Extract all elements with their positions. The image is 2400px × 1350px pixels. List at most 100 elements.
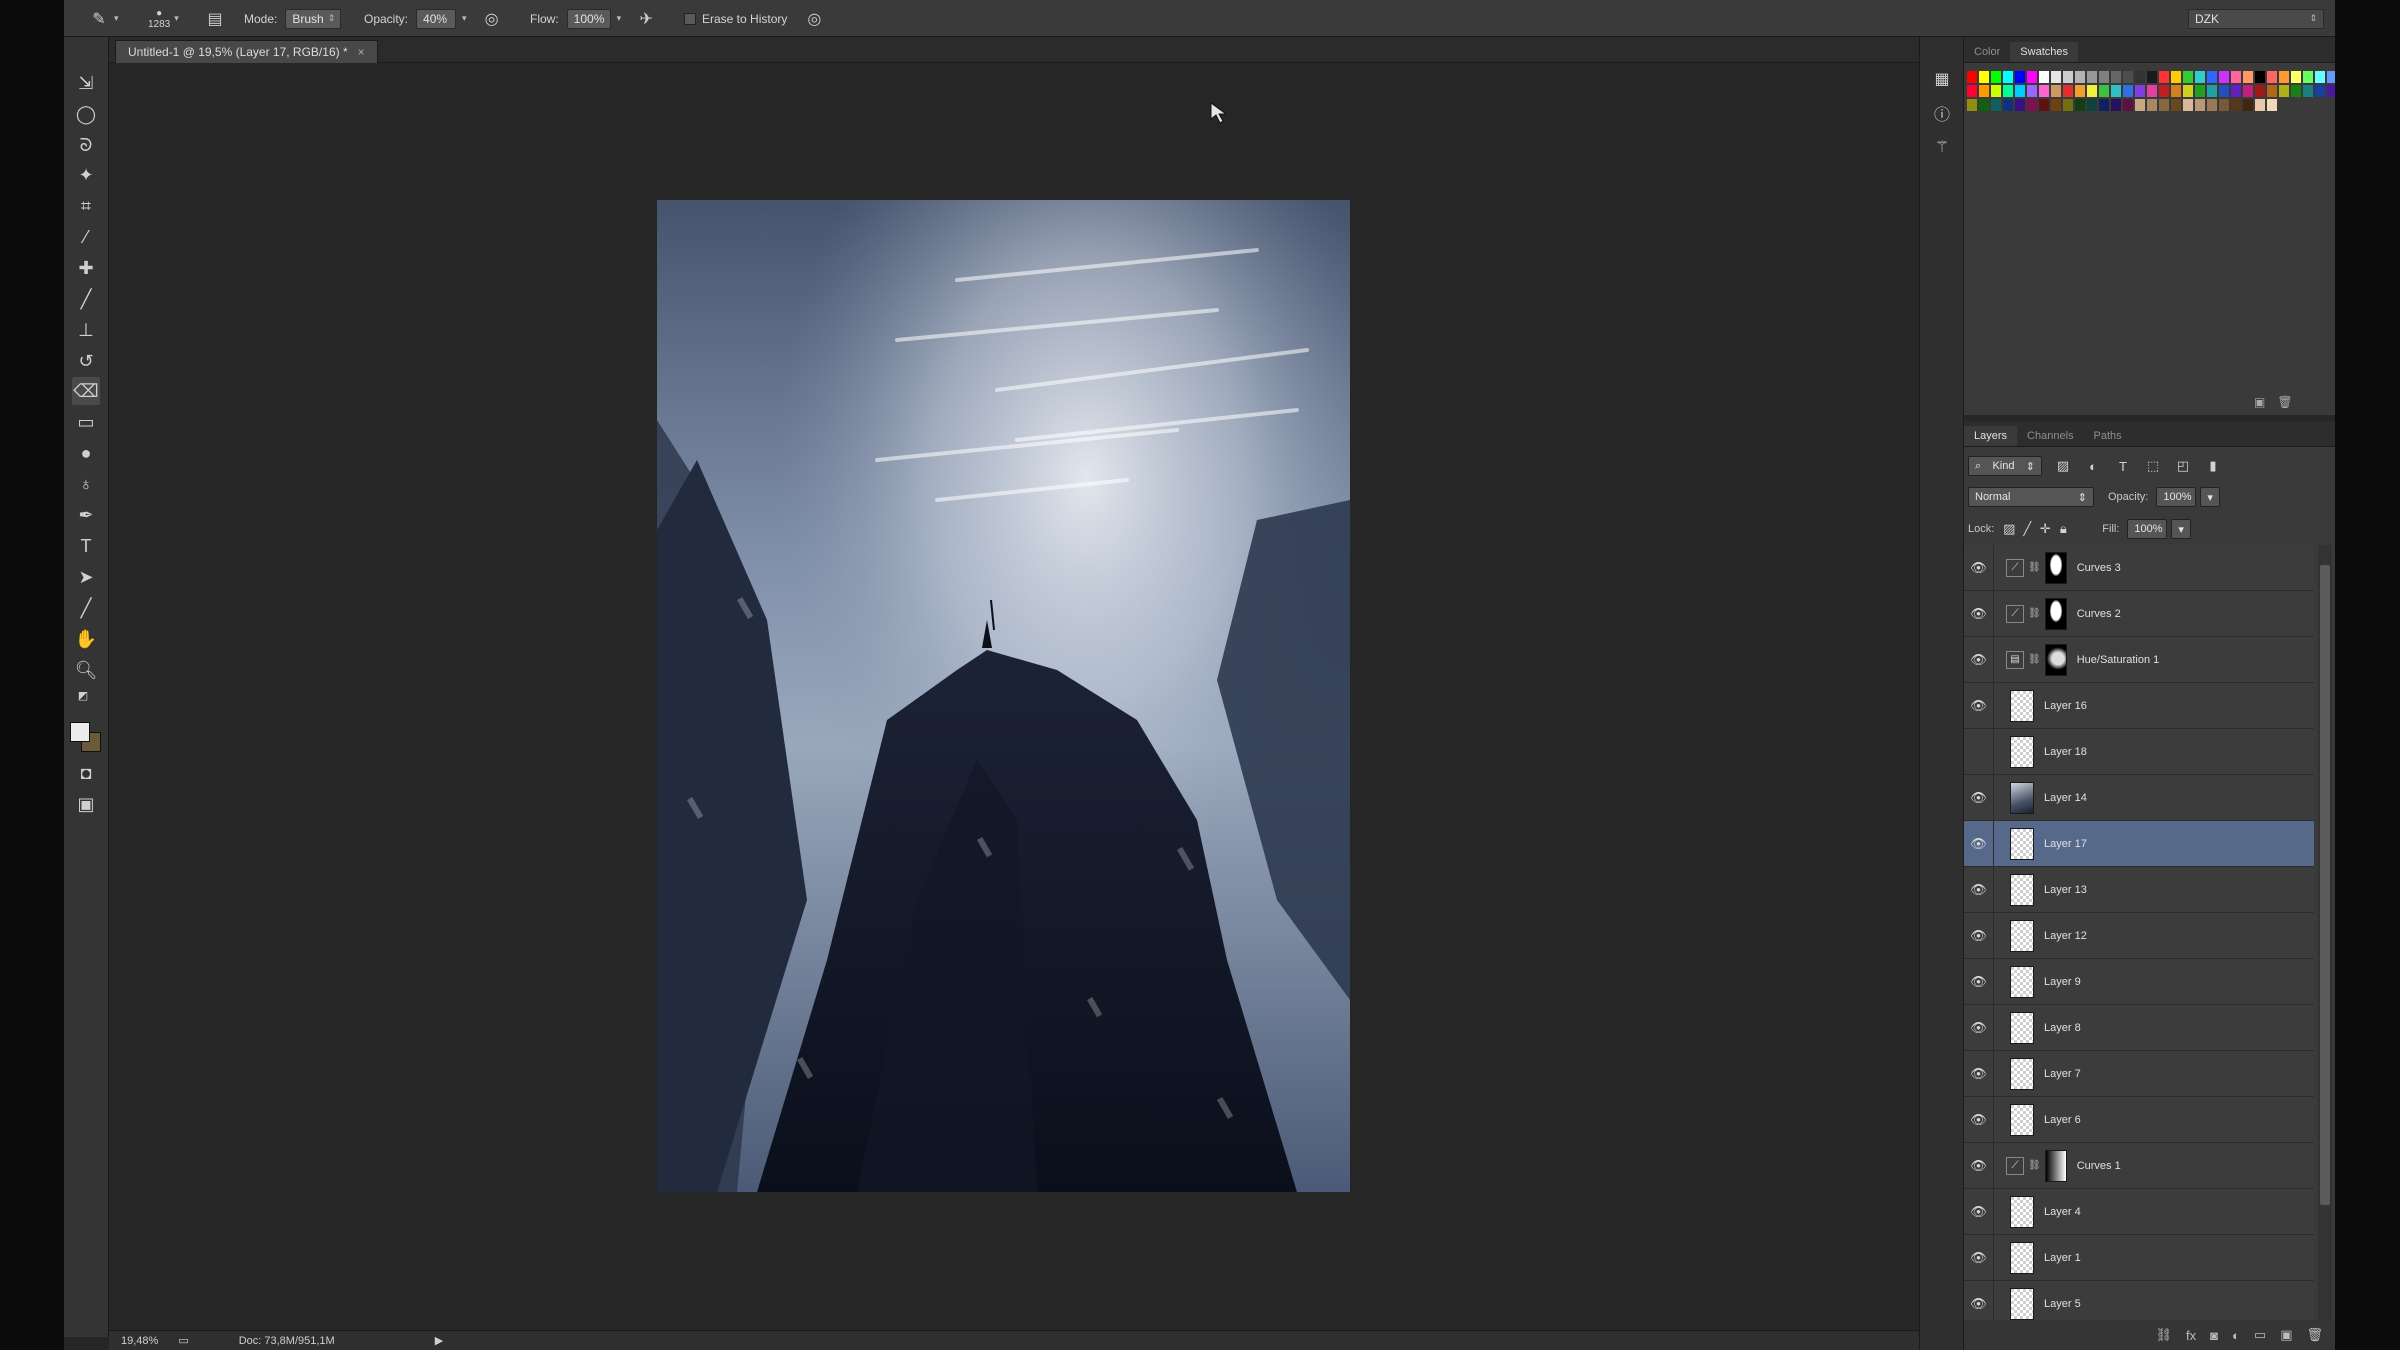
fill-field[interactable]: 100% bbox=[2127, 519, 2168, 539]
swatch[interactable] bbox=[1979, 71, 1989, 83]
swatch[interactable] bbox=[2135, 71, 2145, 83]
status-menu-arrow[interactable]: ▶ bbox=[435, 1334, 443, 1347]
swatch[interactable] bbox=[2231, 99, 2241, 111]
lock-pixels-icon[interactable]: ╱ bbox=[2018, 520, 2036, 538]
screen-mode-icon[interactable]: ▣ bbox=[72, 790, 100, 818]
swatch[interactable] bbox=[2327, 71, 2335, 83]
lock-all-icon[interactable]: 🔒︎ bbox=[2054, 520, 2072, 538]
brush-tool-icon[interactable]: ╱ bbox=[72, 285, 100, 313]
mask-link-icon[interactable]: ⛓ bbox=[2028, 608, 2041, 619]
swatch[interactable] bbox=[1967, 71, 1977, 83]
layer-thumbnail[interactable] bbox=[2010, 1011, 2034, 1044]
swatch[interactable] bbox=[2243, 99, 2253, 111]
brush-presets-icon[interactable]: ⚚ bbox=[1928, 133, 1956, 161]
canvas-workspace[interactable] bbox=[109, 63, 1919, 1330]
layer-thumbnail[interactable] bbox=[2010, 1287, 2034, 1320]
swatch[interactable] bbox=[2123, 71, 2133, 83]
brush-size-picker[interactable]: ● 1283 ▾ bbox=[148, 0, 179, 37]
fill-dropdown[interactable]: ▾ bbox=[2171, 519, 2191, 539]
swatch[interactable] bbox=[2003, 85, 2013, 97]
layer-thumbnail[interactable] bbox=[2010, 735, 2034, 768]
swatch[interactable] bbox=[1967, 85, 1977, 97]
swatch[interactable] bbox=[2303, 71, 2313, 83]
new-layer-icon[interactable]: ▣ bbox=[2280, 1327, 2292, 1343]
swatch[interactable] bbox=[1991, 99, 2001, 111]
swatch[interactable] bbox=[2255, 71, 2265, 83]
visibility-eye-icon[interactable]: 👁︎ bbox=[1964, 958, 1994, 1005]
crop-tool-icon[interactable]: ⌗ bbox=[72, 192, 100, 220]
swatch[interactable] bbox=[2015, 85, 2025, 97]
blend-mode-select[interactable]: Normal ⇕ bbox=[1968, 487, 2094, 507]
layer-mask-thumbnail[interactable] bbox=[2044, 551, 2067, 584]
filter-toggle-icon[interactable]: ▮ bbox=[2204, 457, 2222, 475]
type-tool-icon[interactable]: T bbox=[72, 532, 100, 560]
swatch[interactable] bbox=[2231, 85, 2241, 97]
link-icon[interactable]: ⛓ bbox=[2156, 1327, 2173, 1343]
mask-icon[interactable]: ◙ bbox=[2210, 1328, 2218, 1343]
swatch[interactable] bbox=[2015, 71, 2025, 83]
swatch[interactable] bbox=[2171, 85, 2181, 97]
line-tool-icon[interactable]: ╱ bbox=[72, 594, 100, 622]
lasso-tool-icon[interactable]: ᘐ bbox=[72, 131, 100, 159]
marquee-tool-icon[interactable]: ◯ bbox=[72, 100, 100, 128]
fx-icon[interactable]: fx bbox=[2186, 1328, 2196, 1343]
swatch[interactable] bbox=[2015, 99, 2025, 111]
swatch[interactable] bbox=[2003, 99, 2013, 111]
move-tool-icon[interactable]: ⇲ bbox=[72, 69, 100, 97]
swatch[interactable] bbox=[2243, 71, 2253, 83]
path-selection-tool-icon[interactable]: ➤ bbox=[72, 563, 100, 591]
swatch[interactable] bbox=[2315, 71, 2325, 83]
swatch[interactable] bbox=[2255, 99, 2265, 111]
erase-to-history-checkbox[interactable] bbox=[684, 12, 696, 25]
layer-thumbnail[interactable] bbox=[2010, 1103, 2034, 1136]
filter-kind-select[interactable]: ⌕ Kind ⇕ bbox=[1968, 456, 2042, 476]
swatch[interactable] bbox=[2171, 99, 2181, 111]
visibility-eye-icon[interactable]: 👁︎ bbox=[1964, 820, 1994, 867]
swatch[interactable] bbox=[2267, 99, 2277, 111]
lock-transparency-icon[interactable]: ▨ bbox=[2000, 520, 2018, 538]
visibility-eye-icon[interactable]: 👁︎ bbox=[1964, 774, 1994, 821]
swatch[interactable] bbox=[2039, 99, 2049, 111]
visibility-eye-icon[interactable]: 👁︎ bbox=[1964, 682, 1994, 729]
quick-mask-icon[interactable]: ◘ bbox=[72, 759, 100, 787]
swatch[interactable] bbox=[2135, 85, 2145, 97]
swatch[interactable] bbox=[1991, 85, 2001, 97]
layer-row[interactable]: 👁︎ ⟋ ⛓ Curves 2 bbox=[1964, 590, 2314, 637]
histogram-icon[interactable]: ▦ bbox=[1928, 65, 1956, 93]
visibility-eye-icon[interactable]: 👁︎ bbox=[1964, 590, 1994, 637]
lock-position-icon[interactable]: ✛ bbox=[2036, 520, 2054, 538]
layers-scrollbar[interactable] bbox=[2318, 545, 2332, 1320]
layer-row[interactable]: 👁︎ Layer 8 bbox=[1964, 1004, 2314, 1051]
swatch[interactable] bbox=[2315, 85, 2325, 97]
mask-link-icon[interactable]: ⛓ bbox=[2028, 654, 2041, 665]
swatch[interactable] bbox=[2243, 85, 2253, 97]
layer-row[interactable]: 👁︎ Layer 17 bbox=[1964, 820, 2314, 867]
swatch[interactable] bbox=[2147, 85, 2157, 97]
swatch[interactable] bbox=[2087, 99, 2097, 111]
opacity-field[interactable]: 40% bbox=[416, 8, 457, 29]
layer-opacity-dropdown[interactable]: ▾ bbox=[2200, 487, 2220, 507]
layer-thumbnail[interactable] bbox=[2010, 1057, 2034, 1090]
eyedropper-tool-icon[interactable]: ⁄ bbox=[72, 223, 100, 251]
visibility-eye-icon[interactable]: 👁︎ bbox=[1964, 1234, 1994, 1281]
close-icon[interactable]: × bbox=[358, 45, 365, 59]
swatch[interactable] bbox=[2207, 99, 2217, 111]
swatch[interactable] bbox=[2003, 71, 2013, 83]
visibility-eye-icon[interactable]: 👁︎ bbox=[1964, 728, 1994, 775]
history-brush-tool-icon[interactable]: ↺ bbox=[72, 347, 100, 375]
swatch[interactable] bbox=[2279, 71, 2289, 83]
swatch[interactable] bbox=[2195, 99, 2205, 111]
layer-row[interactable]: 👁︎ Layer 6 bbox=[1964, 1096, 2314, 1143]
adjustment-icon[interactable]: ◐ bbox=[2232, 1328, 2240, 1343]
swatch[interactable] bbox=[2159, 71, 2169, 83]
swatch[interactable] bbox=[2219, 99, 2229, 111]
opacity-dropdown[interactable]: ▾ bbox=[462, 13, 467, 24]
layer-thumbnail[interactable] bbox=[2010, 689, 2034, 722]
visibility-eye-icon[interactable]: 👁︎ bbox=[1964, 912, 1994, 959]
layer-mask-thumbnail[interactable] bbox=[2044, 1149, 2067, 1182]
group-icon[interactable]: ▭ bbox=[2254, 1327, 2266, 1343]
layer-row[interactable]: 👁︎ Layer 14 bbox=[1964, 774, 2314, 821]
swatch[interactable] bbox=[2111, 71, 2121, 83]
layer-mask-thumbnail[interactable] bbox=[2044, 643, 2067, 676]
swatch[interactable] bbox=[2171, 71, 2181, 83]
